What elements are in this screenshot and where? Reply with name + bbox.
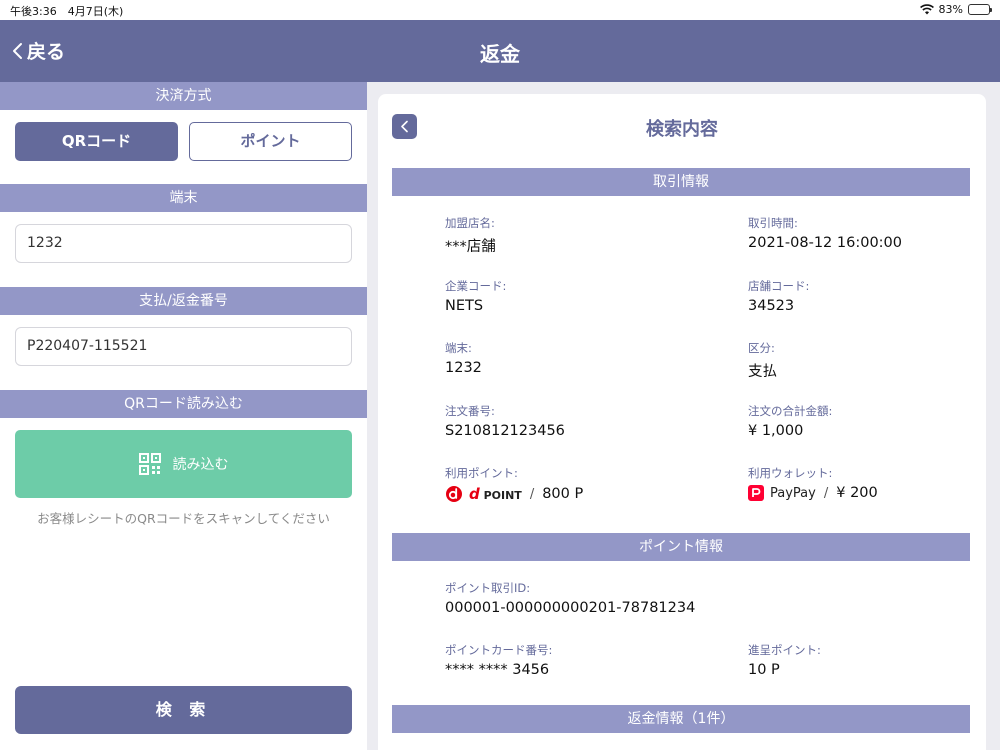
category-field: 区分: 支払 bbox=[748, 340, 777, 381]
points-used-label: 利用ポイント: bbox=[445, 466, 518, 480]
gift-points-label: 進呈ポイント: bbox=[748, 643, 821, 657]
result-panel: 検索内容 取引情報 加盟店名: ***店舗 取引時間: 2021-08-12 1… bbox=[378, 94, 986, 750]
status-bar: 午後3:36 4月7日(木) 83% bbox=[0, 0, 1000, 20]
status-time: 午後3:36 4月7日(木) bbox=[10, 5, 124, 18]
order-total-label: 注文の合計金額: bbox=[748, 404, 833, 418]
qr-code-icon bbox=[138, 453, 161, 475]
gift-points-field: 進呈ポイント: 10 P bbox=[748, 642, 821, 678]
terminal-header: 端末 bbox=[0, 184, 367, 212]
search-form: 決済方式 QRコード ポイント 端末 1232 支払/返金番号 P220407-… bbox=[0, 82, 367, 750]
points-used-row: d POINT / 800 P bbox=[445, 485, 583, 503]
terminal-input[interactable]: 1232 bbox=[15, 224, 352, 263]
points-separator: / bbox=[529, 486, 535, 502]
store-code-field: 店舗コード: 34523 bbox=[748, 278, 809, 314]
point-txn-id-value: 000001-000000000201-78781234 bbox=[445, 600, 696, 616]
point-card-number-value: **** **** 3456 bbox=[445, 662, 550, 678]
wallet-used-value: ¥ 200 bbox=[836, 485, 878, 501]
payment-method-header: 決済方式 bbox=[0, 82, 367, 110]
battery-icon bbox=[968, 4, 992, 15]
nav-bar: 戻る 返金 bbox=[0, 20, 1000, 82]
point-info-header: ポイント情報 bbox=[392, 533, 970, 561]
transaction-header: 取引情報 bbox=[392, 168, 970, 196]
payment-number-header: 支払/返金番号 bbox=[0, 287, 367, 315]
dpoint-brand-d: d bbox=[469, 485, 480, 503]
store-code-value: 34523 bbox=[748, 298, 795, 314]
battery-percent: 83% bbox=[938, 3, 963, 16]
store-name-field: 加盟店名: ***店舗 bbox=[445, 215, 496, 256]
payment-method-point-button[interactable]: ポイント bbox=[189, 122, 352, 161]
points-used-value: 800 P bbox=[542, 486, 584, 502]
refund-info-header: 返金情報（1件） bbox=[392, 705, 970, 733]
payment-number-input[interactable]: P220407-115521 bbox=[15, 327, 352, 366]
wallet-used-label: 利用ウォレット: bbox=[748, 466, 833, 480]
qr-read-header: QRコード読み込む bbox=[0, 390, 367, 418]
terminal-field: 端末: 1232 bbox=[445, 340, 482, 376]
point-card-number-label: ポイントカード番号: bbox=[445, 643, 553, 657]
paypay-logo-icon bbox=[748, 485, 764, 501]
paypay-brand: PayPay bbox=[770, 485, 816, 501]
category-label: 区分: bbox=[748, 341, 775, 355]
company-code-label: 企業コード: bbox=[445, 279, 507, 293]
dpoint-brand: d POINT bbox=[469, 485, 522, 503]
qr-scan-label: 読み込む bbox=[172, 457, 229, 473]
order-number-field: 注文番号: S210812123456 bbox=[445, 403, 565, 439]
store-name-label: 加盟店名: bbox=[445, 216, 495, 230]
company-code-value: NETS bbox=[445, 298, 484, 314]
order-number-value: S210812123456 bbox=[445, 423, 565, 439]
gift-points-value: 10 P bbox=[748, 662, 780, 678]
page-title: 返金 bbox=[480, 42, 520, 66]
panel-title: 検索内容 bbox=[646, 119, 718, 140]
order-number-label: 注文番号: bbox=[445, 404, 495, 418]
points-used-field: 利用ポイント: d POINT / 800 P bbox=[445, 465, 583, 503]
store-name-value: ***店舗 bbox=[445, 239, 496, 255]
terminal-label: 端末: bbox=[445, 341, 472, 355]
order-total-field: 注文の合計金額: ¥ 1,000 bbox=[748, 403, 832, 439]
point-card-number-field: ポイントカード番号: **** **** 3456 bbox=[445, 642, 552, 678]
wallet-used-field: 利用ウォレット: PayPay / ¥ 200 bbox=[748, 465, 878, 501]
order-total-value: ¥ 1,000 bbox=[748, 423, 804, 439]
transaction-time-value: 2021-08-12 16:00:00 bbox=[748, 235, 902, 251]
point-txn-id-label: ポイント取引ID: bbox=[445, 581, 531, 595]
qr-scan-hint: お客様レシートのQRコードをスキャンしてください bbox=[37, 511, 330, 526]
status-right: 83% bbox=[919, 3, 992, 16]
dpoint-logo-icon bbox=[446, 486, 462, 502]
search-button[interactable]: 検 索 bbox=[15, 686, 352, 734]
dpoint-brand-word: POINT bbox=[483, 489, 522, 502]
payment-method-qr-button[interactable]: QRコード bbox=[15, 122, 178, 161]
category-value: 支払 bbox=[748, 364, 777, 380]
point-txn-id-field: ポイント取引ID: 000001-000000000201-78781234 bbox=[445, 580, 695, 616]
company-code-field: 企業コード: NETS bbox=[445, 278, 506, 314]
wallet-separator: / bbox=[823, 485, 829, 501]
transaction-time-label: 取引時間: bbox=[748, 216, 798, 230]
store-code-label: 店舗コード: bbox=[748, 279, 810, 293]
qr-scan-button[interactable]: 読み込む bbox=[15, 430, 352, 498]
wallet-used-row: PayPay / ¥ 200 bbox=[748, 485, 878, 501]
terminal-value: 1232 bbox=[445, 360, 482, 376]
wifi-icon bbox=[919, 4, 934, 15]
transaction-time-field: 取引時間: 2021-08-12 16:00:00 bbox=[748, 215, 902, 251]
